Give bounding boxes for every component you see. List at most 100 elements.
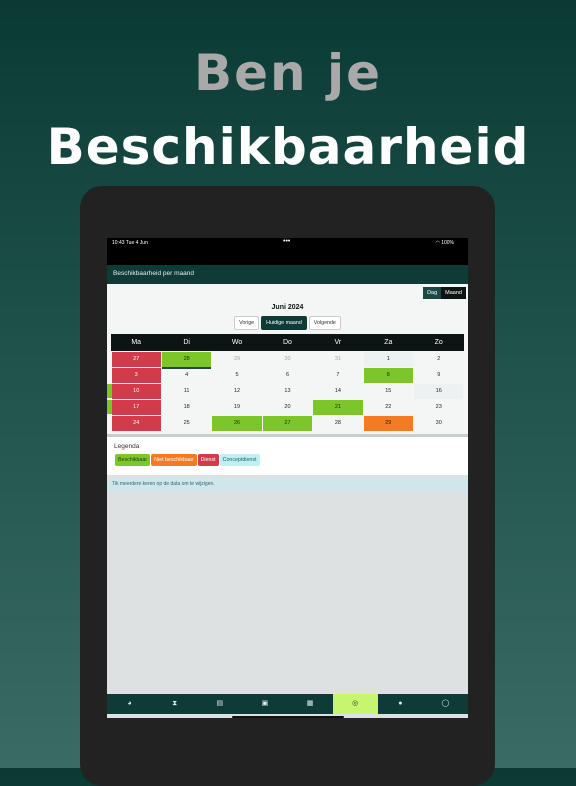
legend: Legenda Beschikbaar Niet beschikbaar Diens… [107,437,468,475]
day-number: 30 [435,420,442,426]
day-number: 25 [183,420,190,426]
calendar-day-cell[interactable]: 2 [414,352,463,367]
calendar-day-cell[interactable]: 3 [111,368,161,383]
day-number: 11 [183,388,190,394]
tab-badge[interactable]: ▣ [242,694,287,714]
day-number: 28 [183,356,190,362]
calendar-day-cell[interactable]: 29 [212,352,261,367]
day-number: 2 [437,356,441,362]
calendar-day-cell[interactable]: 8 [363,368,414,383]
calendar-day-cell[interactable]: 6 [263,368,312,383]
weekday-label: Zo [434,339,443,346]
calendar-day-cell[interactable]: 10 [107,384,161,399]
badge-icon: ▣ [261,700,269,707]
day-number: 22 [385,404,392,410]
day-number: 30 [284,356,291,362]
calendar-day-cell[interactable]: 20 [263,400,312,415]
calendar-day-cell[interactable]: 27 [111,352,161,367]
chat-icon: ● [398,700,403,707]
weekday-label: Ma [131,339,142,346]
tab-availability[interactable]: ◎ [332,694,378,714]
current-month-button[interactable]: Huidige maand [261,316,307,330]
view-toggle: Dag Maand [423,287,466,299]
calendar-day-cell[interactable]: 31 [313,352,362,367]
calendar-day-cell[interactable]: 5 [212,368,261,383]
calendar-week-row: 17 18 19 20 21 22 23 [107,400,464,415]
calendar-icon: ▦ [306,700,314,707]
calendar-day-cell[interactable]: 7 [313,368,362,383]
month-view-button[interactable]: Maand [441,287,466,299]
legend-chip: Beschikbaar [115,454,151,466]
calendar-day-cell[interactable]: 28 [313,416,362,431]
day-number: 21 [334,404,341,410]
calendar-day-cell[interactable]: 18 [162,400,211,415]
dashboard-icon: ◕ [127,700,132,707]
battery-indicator: ◠ 100% [435,240,454,246]
weekday-header: Ma Di Wo Do Vr Za Zo [111,334,464,351]
calendar-day-cell[interactable]: 29 [363,416,414,431]
app-screen: 10:43 Tue 4 Jun ••• ◠ 100% Beschikbaarhe… [107,238,468,718]
calendar-day-cell[interactable]: 22 [364,400,413,415]
home-indicator [232,716,344,718]
bottom-tab-bar: ◕ ⧗ ▤ ▣ ▦ ◎ ● ◯ [107,694,468,714]
month-navigation: Vorige Huidige maand Volgende [107,316,468,330]
calendar-body: 27 28 29 30 31 1 2 3 4 5 6 7 8 9 10 11 12 13 14 15 16 17 18 19 2… [107,352,464,431]
day-number: 4 [185,372,189,378]
calendar-day-cell[interactable]: 13 [263,384,312,399]
calendar-day-cell[interactable]: 19 [212,400,261,415]
tab-calendar[interactable]: ▦ [288,694,333,714]
calendar-day-cell[interactable]: 17 [107,400,161,415]
legend-items: Beschikbaar Niet beschikbaar Dienst Concept… [115,454,260,466]
legend-chip: Dienst [197,454,219,466]
day-number: 7 [336,372,340,378]
info-banner: Tik meerdere keren op de data om te wijz… [107,478,468,492]
day-number: 18 [183,404,190,410]
next-month-button[interactable]: Volgende [308,316,341,330]
day-number: 19 [233,404,241,410]
day-number: 27 [284,420,291,426]
weekday-label: Do [283,339,292,346]
calendar-day-cell[interactable]: 26 [212,416,262,431]
calendar-day-cell[interactable]: 1 [363,352,414,367]
hourglass-icon: ⧗ [172,700,178,707]
calendar-day-cell[interactable]: 30 [414,416,463,431]
calendar-day-cell[interactable]: 14 [313,384,362,399]
calendar-day-cell[interactable]: 11 [162,384,211,399]
tab-id-card[interactable]: ▤ [197,694,242,714]
day-number: 8 [386,372,390,378]
day-number: 23 [435,404,442,410]
promo-headline-line2: Beschikbaarheid [46,118,530,176]
calendar-grid: Ma Di Wo Do Vr Za Zo 27 28 29 30 31 1 2 3 4 5 6 7 8 9 10 11 12… [107,334,464,431]
day-number: 9 [437,372,441,378]
day-view-button[interactable]: Dag [423,287,442,299]
day-number: 17 [133,404,140,410]
day-number: 27 [133,356,140,362]
calendar-day-cell[interactable]: 23 [414,400,463,415]
calendar-day-cell[interactable]: 9 [414,368,463,383]
calendar-day-cell[interactable]: 25 [162,416,211,431]
day-number: 16 [435,388,442,394]
day-number: 10 [133,388,140,394]
calendar-day-cell[interactable]: 16 [414,384,464,399]
calendar-day-cell[interactable]: 15 [364,384,413,399]
day-number: 20 [284,404,291,410]
calendar-day-cell[interactable]: 28 [161,352,212,369]
status-dots: ••• [283,238,291,245]
tab-hourglass[interactable]: ⧗ [152,694,197,714]
calendar-day-cell[interactable]: 27 [262,416,313,431]
calendar-day-cell[interactable]: 21 [313,400,363,415]
calendar-week-row: 27 28 29 30 31 1 2 [111,352,464,369]
profile-icon: ◯ [441,700,450,707]
day-number: 6 [285,372,289,378]
tab-chat[interactable]: ● [378,694,423,714]
day-number: 31 [334,356,341,362]
calendar-day-cell[interactable]: 12 [212,384,261,399]
previous-month-button[interactable]: Vorige [234,316,260,330]
tab-dashboard[interactable]: ◕ [107,694,152,714]
day-number: 26 [233,420,241,426]
tab-profile[interactable]: ◯ [423,694,468,714]
day-number: 29 [233,356,241,362]
calendar-day-cell[interactable]: 4 [162,368,211,383]
calendar-day-cell[interactable]: 24 [111,416,161,431]
calendar-day-cell[interactable]: 30 [263,352,312,367]
